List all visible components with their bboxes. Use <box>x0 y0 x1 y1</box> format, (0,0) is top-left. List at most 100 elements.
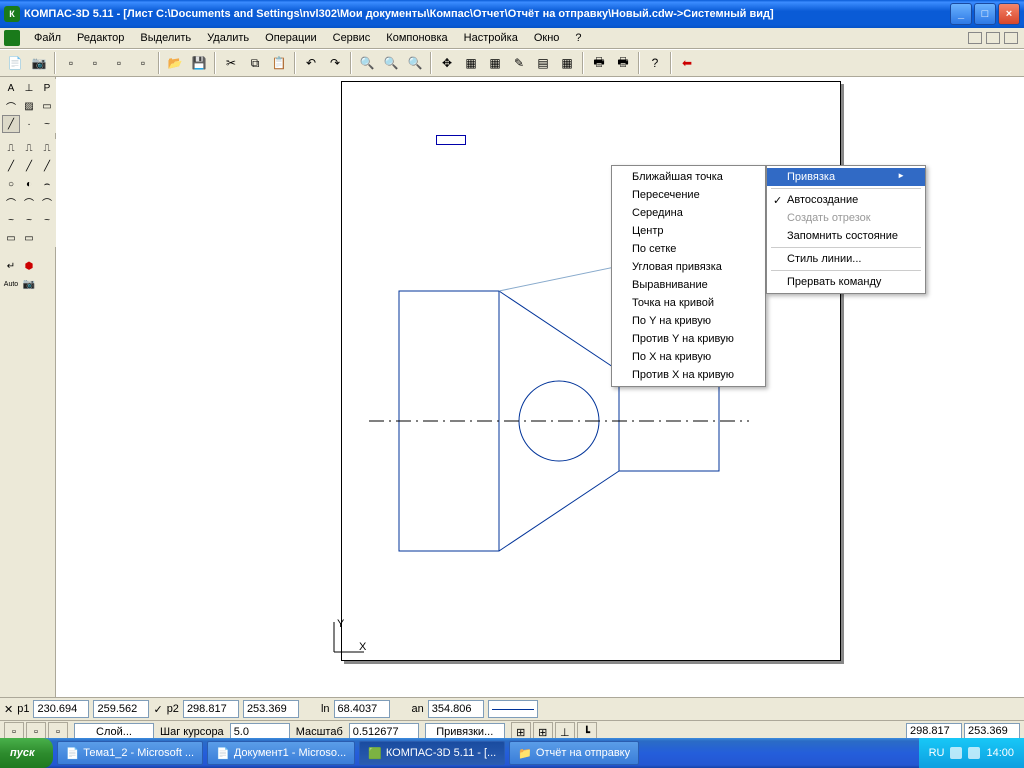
new-icon[interactable]: 📄 <box>4 52 26 74</box>
zoom-in-icon[interactable]: 🔍 <box>356 52 378 74</box>
snap-y-on[interactable]: По Y на кривую <box>612 312 765 330</box>
tool-hatch-icon[interactable]: ▨ <box>20 97 38 115</box>
new-text-icon[interactable]: ▫ <box>132 52 154 74</box>
tool-g16-icon[interactable]: ▭ <box>2 229 20 247</box>
tool-create-icon[interactable]: ↵ <box>2 257 20 275</box>
tool-g4-icon[interactable]: ╱ <box>2 157 20 175</box>
snap-intersection[interactable]: Пересечение <box>612 186 765 204</box>
tool-g6-icon[interactable]: ╱ <box>38 157 56 175</box>
start-button[interactable]: пуск <box>0 738 53 768</box>
menu-service[interactable]: Сервис <box>325 30 379 46</box>
tool-point-icon[interactable]: · <box>20 115 38 133</box>
grid-icon[interactable]: ▦ <box>556 52 578 74</box>
snap-align[interactable]: Выравнивание <box>612 276 765 294</box>
tool-g5-icon[interactable]: ╱ <box>20 157 38 175</box>
ln-input[interactable] <box>334 700 390 718</box>
snap-angle[interactable]: Угловая привязка <box>612 258 765 276</box>
menu-editor[interactable]: Редактор <box>69 30 132 46</box>
tool-p-icon[interactable]: P <box>38 79 56 97</box>
preview-icon[interactable]: 🖶 <box>612 52 634 74</box>
ctx-auto[interactable]: Автосоздание <box>767 191 925 209</box>
menu-window[interactable]: Окно <box>526 30 568 46</box>
task-word2[interactable]: 📄Документ1 - Microso... <box>207 741 355 765</box>
ctx-binding[interactable]: Привязка <box>767 168 925 186</box>
drawing-canvas[interactable]: YX Ближайшая точка Пересечение Середина … <box>56 77 1024 697</box>
menu-delete[interactable]: Удалить <box>199 30 257 46</box>
print-icon[interactable]: 🖶 <box>588 52 610 74</box>
refresh-icon[interactable]: ▦ <box>484 52 506 74</box>
snap-nearest[interactable]: Ближайшая точка <box>612 168 765 186</box>
close-button[interactable]: × <box>998 3 1020 25</box>
undo-icon[interactable]: ↶ <box>300 52 322 74</box>
ctx-abort[interactable]: Прервать команду <box>767 273 925 291</box>
exit-icon[interactable]: ⬅ <box>676 52 698 74</box>
tool-auto-icon[interactable]: Auto <box>2 275 20 293</box>
edit-icon[interactable]: ✎ <box>508 52 530 74</box>
new-doc-icon[interactable]: ▫ <box>60 52 82 74</box>
p2y-input[interactable] <box>243 700 299 718</box>
an-input[interactable] <box>428 700 484 718</box>
open-icon[interactable]: 📂 <box>164 52 186 74</box>
menu-help[interactable]: ? <box>567 30 589 46</box>
save-icon[interactable]: 💾 <box>188 52 210 74</box>
tool-g8-icon[interactable]: ◐ <box>20 175 38 193</box>
zoom-out-icon[interactable]: 🔍 <box>380 52 402 74</box>
maximize-button[interactable]: □ <box>974 3 996 25</box>
camera-icon[interactable]: 📷 <box>28 52 50 74</box>
tray-icon1[interactable] <box>950 747 962 759</box>
tool-rect-icon[interactable]: ▭ <box>38 97 56 115</box>
lang-indicator[interactable]: RU <box>929 747 945 759</box>
tool-g12-icon[interactable]: ⌒ <box>38 193 56 211</box>
p1y-input[interactable] <box>93 700 149 718</box>
p1x-input[interactable] <box>33 700 89 718</box>
ctx-line-style[interactable]: Стиль линии... <box>767 250 925 268</box>
zoom-window-icon[interactable]: ▦ <box>460 52 482 74</box>
tool-g11-icon[interactable]: ⌒ <box>20 193 38 211</box>
tool-spline-icon[interactable]: ~ <box>38 115 56 133</box>
tool-g10-icon[interactable]: ⌒ <box>2 193 20 211</box>
tool-g13-icon[interactable]: ~ <box>2 211 20 229</box>
cut-icon[interactable]: ✂ <box>220 52 242 74</box>
tool-arc-icon[interactable]: ⌒ <box>2 97 20 115</box>
snap-grid[interactable]: По сетке <box>612 240 765 258</box>
system-tray[interactable]: RU 14:00 <box>919 738 1024 768</box>
mdi-minimize-button[interactable] <box>968 32 982 44</box>
task-folder[interactable]: 📁Отчёт на отправку <box>509 741 639 765</box>
p2x-input[interactable] <box>183 700 239 718</box>
redo-icon[interactable]: ↷ <box>324 52 346 74</box>
tool-line-icon[interactable]: ╱ <box>2 115 20 133</box>
task-kompas[interactable]: 🟩КОМПАС-3D 5.11 - [... <box>359 741 505 765</box>
layers-icon[interactable]: ▤ <box>532 52 554 74</box>
snap-on-curve[interactable]: Точка на кривой <box>612 294 765 312</box>
tool-dim-icon[interactable]: ⊥ <box>20 79 38 97</box>
minimize-button[interactable]: _ <box>950 3 972 25</box>
menu-file[interactable]: Файл <box>26 30 69 46</box>
snap-x-against[interactable]: Против X на кривую <box>612 366 765 384</box>
tool-g14-icon[interactable]: ~ <box>20 211 38 229</box>
tool-g1-icon[interactable]: ⎍ <box>2 139 20 157</box>
paste-icon[interactable]: 📋 <box>268 52 290 74</box>
snap-x-on[interactable]: По X на кривую <box>612 348 765 366</box>
new-frag-icon[interactable]: ▫ <box>108 52 130 74</box>
menu-select[interactable]: Выделить <box>132 30 199 46</box>
help-icon[interactable]: ? <box>644 52 666 74</box>
tool-stop-icon[interactable]: ⬢ <box>20 257 38 275</box>
clock[interactable]: 14:00 <box>986 747 1014 759</box>
tool-cam-icon[interactable]: 📷 <box>20 275 38 293</box>
copy-icon[interactable]: ⧉ <box>244 52 266 74</box>
snap-y-against[interactable]: Против Y на кривую <box>612 330 765 348</box>
snap-center[interactable]: Центр <box>612 222 765 240</box>
new-sheet-icon[interactable]: ▫ <box>84 52 106 74</box>
tray-icon2[interactable] <box>968 747 980 759</box>
menu-layout[interactable]: Компоновка <box>378 30 455 46</box>
linestyle-preview[interactable] <box>488 700 538 718</box>
tool-g2-icon[interactable]: ⎍ <box>20 139 38 157</box>
tool-g7-icon[interactable]: ○ <box>2 175 20 193</box>
task-word1[interactable]: 📄Тема1_2 - Microsoft ... <box>57 741 204 765</box>
tool-text-icon[interactable]: A <box>2 79 20 97</box>
ctx-remember[interactable]: Запомнить состояние <box>767 227 925 245</box>
menu-operations[interactable]: Операции <box>257 30 324 46</box>
snap-midpoint[interactable]: Середина <box>612 204 765 222</box>
tool-g3-icon[interactable]: ⎍ <box>38 139 56 157</box>
tool-g17-icon[interactable]: ▭ <box>20 229 38 247</box>
